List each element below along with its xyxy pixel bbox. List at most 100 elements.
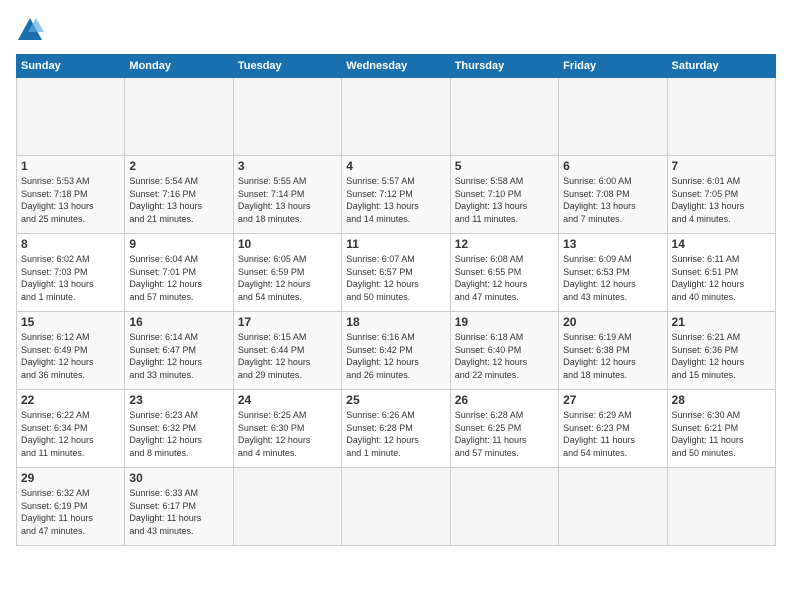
day-number: 17 xyxy=(238,315,337,329)
day-info: Sunrise: 5:53 AM Sunset: 7:18 PM Dayligh… xyxy=(21,175,120,225)
calendar-cell xyxy=(125,78,233,156)
day-info: Sunrise: 6:21 AM Sunset: 6:36 PM Dayligh… xyxy=(672,331,771,381)
calendar-cell xyxy=(559,468,667,546)
col-sunday: Sunday xyxy=(17,55,125,78)
calendar-cell: 16 Sunrise: 6:14 AM Sunset: 6:47 PM Dayli… xyxy=(125,312,233,390)
day-number: 18 xyxy=(346,315,445,329)
calendar-table: Sunday Monday Tuesday Wednesday Thursday… xyxy=(16,54,776,546)
calendar-cell xyxy=(233,78,341,156)
page-header xyxy=(16,16,776,44)
day-info: Sunrise: 6:26 AM Sunset: 6:28 PM Dayligh… xyxy=(346,409,445,459)
calendar-cell xyxy=(450,468,558,546)
day-number: 23 xyxy=(129,393,228,407)
day-number: 10 xyxy=(238,237,337,251)
calendar-cell: 24Sunrise: 6:25 AM Sunset: 6:30 PM Dayli… xyxy=(233,390,341,468)
calendar-cell: 29Sunrise: 6:32 AM Sunset: 6:19 PM Dayli… xyxy=(17,468,125,546)
day-info: Sunrise: 6:19 AM Sunset: 6:38 PM Dayligh… xyxy=(563,331,662,381)
col-monday: Monday xyxy=(125,55,233,78)
day-info: Sunrise: 6:23 AM Sunset: 6:32 PM Dayligh… xyxy=(129,409,228,459)
calendar-cell xyxy=(559,78,667,156)
calendar-cell: 18 Sunrise: 6:16 AM Sunset: 6:42 PM Dayli… xyxy=(342,312,450,390)
calendar-cell: 3 Sunrise: 5:55 AM Sunset: 7:14 PM Daylig… xyxy=(233,156,341,234)
day-number: 11 xyxy=(346,237,445,251)
calendar-cell: 9Sunrise: 6:04 AM Sunset: 7:01 PM Daylig… xyxy=(125,234,233,312)
calendar-cell: 1 Sunrise: 5:53 AM Sunset: 7:18 PM Daylig… xyxy=(17,156,125,234)
day-number: 27 xyxy=(563,393,662,407)
day-info: Sunrise: 5:57 AM Sunset: 7:12 PM Dayligh… xyxy=(346,175,445,225)
calendar-week-4: 22Sunrise: 6:22 AM Sunset: 6:34 PM Dayli… xyxy=(17,390,776,468)
day-number: 7 xyxy=(672,159,771,173)
day-info: Sunrise: 6:15 AM Sunset: 6:44 PM Dayligh… xyxy=(238,331,337,381)
calendar-cell: 30 Sunrise: 6:33 AM Sunset: 6:17 PM Dayli… xyxy=(125,468,233,546)
col-saturday: Saturday xyxy=(667,55,775,78)
day-number: 28 xyxy=(672,393,771,407)
calendar-week-5: 29Sunrise: 6:32 AM Sunset: 6:19 PM Dayli… xyxy=(17,468,776,546)
calendar-cell xyxy=(667,78,775,156)
day-info: Sunrise: 5:58 AM Sunset: 7:10 PM Dayligh… xyxy=(455,175,554,225)
calendar-cell xyxy=(17,78,125,156)
day-info: Sunrise: 6:05 AM Sunset: 6:59 PM Dayligh… xyxy=(238,253,337,303)
calendar-cell: 20 Sunrise: 6:19 AM Sunset: 6:38 PM Dayli… xyxy=(559,312,667,390)
calendar-cell: 14 Sunrise: 6:11 AM Sunset: 6:51 PM Dayli… xyxy=(667,234,775,312)
calendar-header-row: Sunday Monday Tuesday Wednesday Thursday… xyxy=(17,55,776,78)
day-number: 2 xyxy=(129,159,228,173)
day-number: 6 xyxy=(563,159,662,173)
day-info: Sunrise: 6:11 AM Sunset: 6:51 PM Dayligh… xyxy=(672,253,771,303)
col-tuesday: Tuesday xyxy=(233,55,341,78)
day-number: 20 xyxy=(563,315,662,329)
day-info: Sunrise: 6:16 AM Sunset: 6:42 PM Dayligh… xyxy=(346,331,445,381)
day-info: Sunrise: 6:18 AM Sunset: 6:40 PM Dayligh… xyxy=(455,331,554,381)
day-info: Sunrise: 6:25 AM Sunset: 6:30 PM Dayligh… xyxy=(238,409,337,459)
day-info: Sunrise: 6:01 AM Sunset: 7:05 PM Dayligh… xyxy=(672,175,771,225)
day-number: 1 xyxy=(21,159,120,173)
day-number: 13 xyxy=(563,237,662,251)
calendar-cell: 8 Sunrise: 6:02 AM Sunset: 7:03 PM Daylig… xyxy=(17,234,125,312)
calendar-cell: 19Sunrise: 6:18 AM Sunset: 6:40 PM Dayli… xyxy=(450,312,558,390)
day-number: 4 xyxy=(346,159,445,173)
calendar-cell xyxy=(450,78,558,156)
calendar-cell xyxy=(342,78,450,156)
calendar-cell: 15Sunrise: 6:12 AM Sunset: 6:49 PM Dayli… xyxy=(17,312,125,390)
calendar-cell: 26Sunrise: 6:28 AM Sunset: 6:25 PM Dayli… xyxy=(450,390,558,468)
day-info: Sunrise: 6:08 AM Sunset: 6:55 PM Dayligh… xyxy=(455,253,554,303)
col-wednesday: Wednesday xyxy=(342,55,450,78)
calendar-cell xyxy=(667,468,775,546)
calendar-cell: 23 Sunrise: 6:23 AM Sunset: 6:32 PM Dayli… xyxy=(125,390,233,468)
calendar-cell xyxy=(233,468,341,546)
calendar-cell: 10 Sunrise: 6:05 AM Sunset: 6:59 PM Dayli… xyxy=(233,234,341,312)
day-info: Sunrise: 5:54 AM Sunset: 7:16 PM Dayligh… xyxy=(129,175,228,225)
calendar-cell: 17 Sunrise: 6:15 AM Sunset: 6:44 PM Dayli… xyxy=(233,312,341,390)
calendar-cell: 4 Sunrise: 5:57 AM Sunset: 7:12 PM Daylig… xyxy=(342,156,450,234)
day-info: Sunrise: 6:14 AM Sunset: 6:47 PM Dayligh… xyxy=(129,331,228,381)
day-info: Sunrise: 5:55 AM Sunset: 7:14 PM Dayligh… xyxy=(238,175,337,225)
calendar-cell: 12 Sunrise: 6:08 AM Sunset: 6:55 PM Dayli… xyxy=(450,234,558,312)
day-number: 3 xyxy=(238,159,337,173)
day-info: Sunrise: 6:09 AM Sunset: 6:53 PM Dayligh… xyxy=(563,253,662,303)
day-number: 30 xyxy=(129,471,228,485)
calendar-cell: 27 Sunrise: 6:29 AM Sunset: 6:23 PM Dayli… xyxy=(559,390,667,468)
day-info: Sunrise: 6:00 AM Sunset: 7:08 PM Dayligh… xyxy=(563,175,662,225)
calendar-cell: 5 Sunrise: 5:58 AM Sunset: 7:10 PM Daylig… xyxy=(450,156,558,234)
day-info: Sunrise: 6:22 AM Sunset: 6:34 PM Dayligh… xyxy=(21,409,120,459)
calendar-cell: 13 Sunrise: 6:09 AM Sunset: 6:53 PM Dayli… xyxy=(559,234,667,312)
day-info: Sunrise: 6:04 AM Sunset: 7:01 PM Dayligh… xyxy=(129,253,228,303)
day-number: 14 xyxy=(672,237,771,251)
calendar-week-1: 1 Sunrise: 5:53 AM Sunset: 7:18 PM Daylig… xyxy=(17,156,776,234)
calendar-cell: 22Sunrise: 6:22 AM Sunset: 6:34 PM Dayli… xyxy=(17,390,125,468)
day-number: 12 xyxy=(455,237,554,251)
calendar-cell: 21Sunrise: 6:21 AM Sunset: 6:36 PM Dayli… xyxy=(667,312,775,390)
day-number: 8 xyxy=(21,237,120,251)
day-number: 5 xyxy=(455,159,554,173)
day-info: Sunrise: 6:02 AM Sunset: 7:03 PM Dayligh… xyxy=(21,253,120,303)
day-info: Sunrise: 6:32 AM Sunset: 6:19 PM Dayligh… xyxy=(21,487,120,537)
calendar-week-2: 8 Sunrise: 6:02 AM Sunset: 7:03 PM Daylig… xyxy=(17,234,776,312)
day-info: Sunrise: 6:29 AM Sunset: 6:23 PM Dayligh… xyxy=(563,409,662,459)
day-info: Sunrise: 6:28 AM Sunset: 6:25 PM Dayligh… xyxy=(455,409,554,459)
calendar-cell: 6 Sunrise: 6:00 AM Sunset: 7:08 PM Daylig… xyxy=(559,156,667,234)
col-friday: Friday xyxy=(559,55,667,78)
day-number: 16 xyxy=(129,315,228,329)
calendar-week-3: 15Sunrise: 6:12 AM Sunset: 6:49 PM Dayli… xyxy=(17,312,776,390)
calendar-cell: 25Sunrise: 6:26 AM Sunset: 6:28 PM Dayli… xyxy=(342,390,450,468)
day-info: Sunrise: 6:33 AM Sunset: 6:17 PM Dayligh… xyxy=(129,487,228,537)
col-thursday: Thursday xyxy=(450,55,558,78)
